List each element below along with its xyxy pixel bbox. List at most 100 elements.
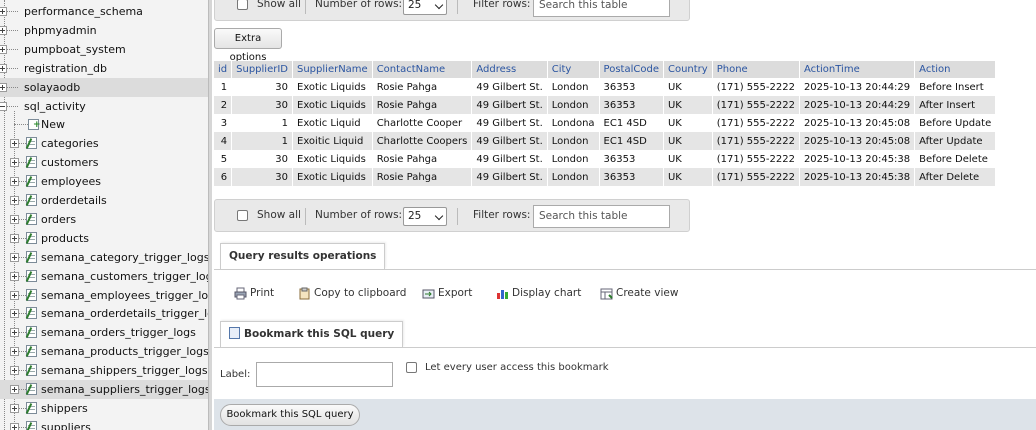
cell-city[interactable]: London	[547, 168, 600, 186]
cell-country[interactable]: UK	[663, 168, 713, 186]
cell-suppliername[interactable]: Exotic Liquids	[292, 78, 373, 96]
cell-address[interactable]: 49 Gilbert St.	[471, 132, 548, 150]
table-row[interactable]: 6 30 Exotic Liquids Rosie Pahga 49 Gilbert S…	[214, 168, 997, 186]
expand-icon[interactable]	[10, 233, 19, 243]
cell-phone[interactable]: (171) 555-2222	[712, 114, 800, 132]
sidebar-item-suppliers[interactable]: suppliers	[0, 418, 208, 430]
expand-icon[interactable]	[10, 252, 19, 262]
filter-rows-input[interactable]: Search this table	[533, 205, 670, 228]
cell-phone[interactable]: (171) 555-2222	[712, 150, 800, 168]
bookmark-query-button[interactable]: Bookmark this SQL query	[220, 404, 360, 426]
cell-postalcode[interactable]: 36353	[599, 96, 664, 114]
column-header-suppliername[interactable]: SupplierName	[292, 61, 373, 78]
create-view-link[interactable]: Create view	[596, 283, 678, 305]
expand-icon[interactable]	[10, 328, 19, 338]
cell-address[interactable]: 49 Gilbert St.	[471, 78, 548, 96]
cell-action[interactable]: Before Update	[914, 114, 997, 132]
expand-icon[interactable]	[0, 63, 7, 73]
cell-postalcode[interactable]: 36353	[599, 150, 664, 168]
cell-contactname[interactable]: Charlotte Cooper	[372, 114, 473, 132]
cell-postalcode[interactable]: 36353	[599, 78, 664, 96]
cell-contactname[interactable]: Rosie Pahga	[372, 150, 473, 168]
sidebar-item-semana-shippers-trigger-logs[interactable]: semana_shippers_trigger_logs	[0, 361, 208, 380]
sidebar-item-categories[interactable]: categories	[0, 134, 208, 153]
column-header-contactname[interactable]: ContactName	[372, 61, 473, 78]
cell-supplierid[interactable]: 30	[231, 96, 293, 114]
cell-id[interactable]: 6	[214, 168, 233, 186]
expand-icon[interactable]	[0, 25, 7, 35]
filter-rows-input[interactable]: Search this table	[533, 0, 670, 17]
cell-phone[interactable]: (171) 555-2222	[712, 78, 800, 96]
cell-supplierid[interactable]: 30	[231, 150, 293, 168]
sidebar-item-new[interactable]: New	[0, 115, 208, 134]
sidebar-item-products[interactable]: products	[0, 229, 208, 248]
column-header-postalcode[interactable]: PostalCode	[599, 61, 664, 78]
sidebar-item-semana-orders-trigger-logs[interactable]: semana_orders_trigger_logs	[0, 323, 208, 342]
every-user-checkbox[interactable]	[406, 362, 417, 373]
cell-postalcode[interactable]: EC1 4SD	[599, 132, 664, 150]
cell-actiontime[interactable]: 2025-10-13 20:45:38	[799, 150, 916, 168]
database-item[interactable]: sql_activity	[0, 97, 208, 116]
expand-icon[interactable]	[0, 82, 7, 92]
column-header-action[interactable]: Action	[914, 61, 997, 78]
expand-icon[interactable]	[10, 271, 19, 281]
cell-city[interactable]: London	[547, 96, 600, 114]
cell-city[interactable]: London	[547, 132, 600, 150]
table-row[interactable]: 2 30 Exotic Liquids Rosie Pahga 49 Gilbert S…	[214, 96, 997, 114]
cell-phone[interactable]: (171) 555-2222	[712, 132, 800, 150]
cell-suppliername[interactable]: Exotic Liquids	[292, 150, 373, 168]
cell-country[interactable]: UK	[663, 78, 713, 96]
cell-action[interactable]: Before Insert	[914, 78, 997, 96]
column-header-country[interactable]: Country	[663, 61, 713, 78]
expand-icon[interactable]	[10, 366, 19, 376]
rows-per-page-select[interactable]: 25	[403, 207, 447, 226]
database-item[interactable]: pumpboat_system	[0, 40, 208, 59]
cell-address[interactable]: 49 Gilbert St.	[471, 114, 548, 132]
export-link[interactable]: Export	[418, 283, 472, 305]
cell-id[interactable]: 1	[214, 78, 233, 96]
cell-city[interactable]: London	[547, 78, 600, 96]
expand-icon[interactable]	[0, 7, 7, 16]
cell-contactname[interactable]: Rosie Pahga	[372, 168, 473, 186]
database-item[interactable]: phpmyadmin	[0, 21, 208, 40]
sidebar-item-customers[interactable]: customers	[0, 153, 208, 172]
cell-supplierid[interactable]: 1	[231, 132, 293, 150]
table-row[interactable]: 1 30 Exotic Liquids Rosie Pahga 49 Gilbert S…	[214, 78, 997, 96]
sidebar-item-orders[interactable]: orders	[0, 210, 208, 229]
column-header-id[interactable]: id	[214, 61, 233, 78]
cell-suppliername[interactable]: Exotic Liquids	[292, 168, 373, 186]
cell-postalcode[interactable]: 36353	[599, 168, 664, 186]
cell-postalcode[interactable]: EC1 4SD	[599, 114, 664, 132]
table-row[interactable]: 5 30 Exotic Liquids Rosie Pahga 49 Gilbert S…	[214, 150, 997, 168]
cell-country[interactable]: UK	[663, 114, 713, 132]
cell-actiontime[interactable]: 2025-10-13 20:44:29	[799, 78, 916, 96]
expand-icon[interactable]	[10, 347, 19, 357]
cell-actiontime[interactable]: 2025-10-13 20:45:08	[799, 114, 916, 132]
cell-suppliername[interactable]: Exotic Liquids	[292, 96, 373, 114]
collapse-icon[interactable]	[0, 101, 7, 111]
sidebar-item-semana-suppliers-trigger-logs[interactable]: semana_suppliers_trigger_logs	[0, 380, 208, 399]
cell-action[interactable]: After Delete	[914, 168, 997, 186]
cell-actiontime[interactable]: 2025-10-13 20:45:38	[799, 168, 916, 186]
table-row[interactable]: 4 1 Exoitic Liquid Charlotte Coopers 49 Gilb…	[214, 132, 997, 150]
database-item[interactable]: registration_db	[0, 59, 208, 78]
expand-icon[interactable]	[10, 158, 19, 168]
sidebar-item-shippers[interactable]: shippers	[0, 399, 208, 418]
cell-action[interactable]: After Insert	[914, 96, 997, 114]
column-header-address[interactable]: Address	[471, 61, 548, 78]
database-item[interactable]: performance_schema	[0, 2, 208, 21]
cell-contactname[interactable]: Rosie Pahga	[372, 78, 473, 96]
expand-icon[interactable]	[10, 422, 19, 430]
sidebar-item-semana-employees-trigger-logs[interactable]: semana_employees_trigger_logs	[0, 286, 208, 305]
cell-supplierid[interactable]: 30	[231, 78, 293, 96]
print-link[interactable]: Print	[230, 283, 274, 305]
expand-icon[interactable]	[10, 403, 19, 413]
cell-city[interactable]: London	[547, 150, 600, 168]
show-all-checkbox[interactable]	[237, 0, 248, 10]
column-header-city[interactable]: City	[547, 61, 600, 78]
sidebar-item-semana-products-trigger-logs[interactable]: semana_products_trigger_logs	[0, 342, 208, 361]
expand-icon[interactable]	[0, 44, 7, 54]
cell-id[interactable]: 2	[214, 96, 233, 114]
sidebar-item-employees[interactable]: employees	[0, 172, 208, 191]
rows-per-page-select[interactable]: 25	[403, 0, 447, 15]
